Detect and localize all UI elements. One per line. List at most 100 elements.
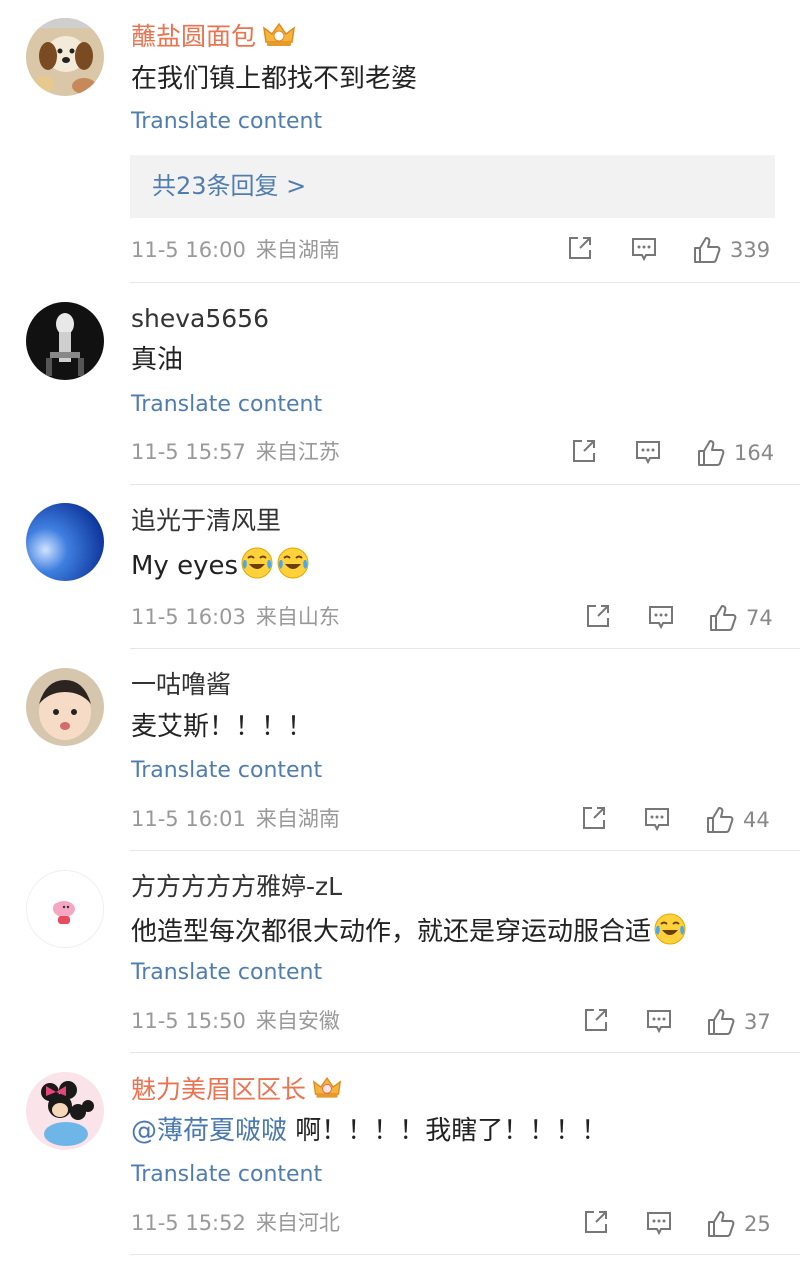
timestamp: 11-5 15:57 bbox=[131, 440, 246, 464]
laugh-cry-emoji-icon bbox=[240, 546, 274, 589]
comment-text: 麦艾斯！！！！ bbox=[131, 712, 314, 742]
reply-button[interactable] bbox=[634, 439, 662, 471]
like-count: 44 bbox=[743, 808, 770, 832]
share-icon bbox=[587, 605, 609, 627]
repost-button[interactable] bbox=[584, 602, 612, 634]
comment-icon bbox=[649, 606, 673, 630]
like-button[interactable]: 339 bbox=[692, 234, 770, 266]
translate-link[interactable]: Translate content bbox=[131, 108, 322, 136]
comment-item: sheva5656 真油 Translate content 11-5 15:5… bbox=[0, 283, 800, 485]
comment-meta: 11-5 15:52 来自河北 bbox=[131, 1209, 340, 1237]
avatar[interactable] bbox=[26, 870, 104, 948]
comment-item: 一咕噜酱 麦艾斯！！！！ Translate content 11-5 16:0… bbox=[0, 649, 800, 851]
username[interactable]: 一咕噜酱 bbox=[131, 669, 231, 701]
comment-meta: 11-5 16:03 来自山东 bbox=[131, 603, 340, 631]
timestamp: 11-5 16:03 bbox=[131, 605, 246, 629]
comment-item: 追光于清风里 My eyes 11-5 16:03 来自山东 74 bbox=[0, 485, 800, 649]
comment-text: 他造型每次都很大动作，就还是穿运动服合适 bbox=[131, 912, 687, 955]
username[interactable]: 追光于清风里 bbox=[131, 505, 281, 537]
avatar[interactable] bbox=[26, 503, 104, 581]
like-count: 74 bbox=[746, 606, 773, 630]
like-count: 25 bbox=[744, 1212, 771, 1236]
translate-link[interactable]: Translate content bbox=[131, 1161, 322, 1189]
share-icon bbox=[585, 1009, 607, 1031]
repost-button[interactable] bbox=[570, 437, 598, 469]
crown-icon bbox=[312, 1073, 342, 1109]
like-button[interactable]: 37 bbox=[706, 1006, 771, 1038]
like-button[interactable]: 164 bbox=[696, 437, 774, 469]
comment-text: 真油 bbox=[131, 345, 184, 375]
dark-figure-avatar-icon bbox=[26, 302, 104, 380]
comment-meta: 11-5 15:57 来自江苏 bbox=[131, 438, 340, 466]
username[interactable]: 蘸盐圆面包 bbox=[131, 20, 296, 56]
avatar[interactable] bbox=[26, 302, 104, 380]
replies-link[interactable]: 共23条回复 > bbox=[130, 155, 775, 218]
share-icon bbox=[569, 237, 591, 259]
reply-button[interactable] bbox=[630, 236, 658, 268]
like-count: 339 bbox=[730, 238, 771, 262]
reply-button[interactable] bbox=[645, 1008, 673, 1040]
username[interactable]: 方方方方方雅婷-zL bbox=[131, 871, 342, 903]
comment-meta: 11-5 16:01 来自湖南 bbox=[131, 805, 340, 833]
translate-link[interactable]: Translate content bbox=[131, 757, 322, 785]
peppa-pig-avatar-icon bbox=[27, 871, 103, 947]
username[interactable]: 魅力美眉区区长 bbox=[131, 1073, 342, 1109]
repost-button[interactable] bbox=[580, 804, 608, 836]
crown-icon bbox=[262, 20, 296, 56]
timestamp: 11-5 16:01 bbox=[131, 807, 246, 831]
comment-item: 方方方方方雅婷-zL 他造型每次都很大动作，就还是穿运动服合适 Translat… bbox=[0, 851, 800, 1053]
thumbs-up-icon bbox=[698, 440, 725, 466]
reply-button[interactable] bbox=[643, 806, 671, 838]
timestamp: 11-5 15:50 bbox=[131, 1009, 246, 1033]
comment-item: 蘸盐圆面包 在我们镇上都找不到老婆 Translate content 共23条… bbox=[0, 0, 800, 283]
avatar[interactable] bbox=[26, 668, 104, 746]
location: 来自安徽 bbox=[255, 1009, 340, 1033]
mickey-minnie-avatar-icon bbox=[26, 1072, 104, 1150]
timestamp: 11-5 15:52 bbox=[131, 1211, 246, 1235]
location: 来自江苏 bbox=[255, 440, 340, 464]
user-mention-link[interactable]: @薄荷夏啵啵 bbox=[131, 1116, 287, 1146]
translate-link[interactable]: Translate content bbox=[131, 391, 322, 419]
like-button[interactable]: 74 bbox=[708, 602, 773, 634]
laugh-cry-emoji-icon bbox=[653, 912, 687, 955]
share-icon bbox=[585, 1211, 607, 1233]
username[interactable]: sheva5656 bbox=[131, 303, 269, 335]
like-button[interactable]: 44 bbox=[705, 804, 770, 836]
puppy-avatar-icon bbox=[26, 18, 104, 96]
avatar[interactable] bbox=[26, 1072, 104, 1150]
comment-icon bbox=[636, 441, 660, 465]
baby-avatar-icon bbox=[26, 668, 104, 746]
location: 来自山东 bbox=[255, 605, 340, 629]
like-count: 164 bbox=[734, 441, 775, 465]
comment-meta: 11-5 16:00 来自湖南 bbox=[131, 236, 340, 264]
reply-button[interactable] bbox=[645, 1210, 673, 1242]
translate-link[interactable]: Translate content bbox=[131, 959, 322, 987]
comment-icon bbox=[647, 1010, 671, 1034]
timestamp: 11-5 16:00 bbox=[131, 238, 246, 262]
comment-item: 魅力美眉区区长 @薄荷夏啵啵 啊！！！！我瞎了！！！！ Translate co… bbox=[0, 1053, 800, 1267]
like-button[interactable]: 25 bbox=[706, 1208, 771, 1240]
share-icon bbox=[583, 807, 605, 829]
avatar[interactable] bbox=[26, 18, 104, 96]
comment-text: 在我们镇上都找不到老婆 bbox=[131, 64, 418, 94]
location: 来自河北 bbox=[255, 1211, 340, 1235]
location: 来自湖南 bbox=[255, 238, 340, 262]
repost-button[interactable] bbox=[582, 1208, 610, 1240]
repost-button[interactable] bbox=[582, 1006, 610, 1038]
replies-label: 共23条回复 > bbox=[152, 172, 307, 200]
comment-icon bbox=[645, 808, 669, 832]
thumbs-up-icon bbox=[708, 1009, 735, 1035]
share-icon bbox=[573, 440, 595, 462]
repost-button[interactable] bbox=[566, 234, 594, 266]
comment-text: My eyes bbox=[131, 546, 310, 589]
comment-meta: 11-5 15:50 来自安徽 bbox=[131, 1007, 340, 1035]
comment-text: @薄荷夏啵啵 啊！！！！我瞎了！！！！ bbox=[131, 1116, 608, 1146]
blue-sky-avatar-icon bbox=[26, 503, 104, 581]
thumbs-up-icon bbox=[710, 605, 737, 631]
divider bbox=[130, 1254, 800, 1255]
laugh-cry-emoji-icon bbox=[276, 546, 310, 589]
reply-button[interactable] bbox=[647, 604, 675, 636]
thumbs-up-icon bbox=[708, 1211, 735, 1237]
thumbs-up-icon bbox=[707, 807, 734, 833]
comment-icon bbox=[632, 238, 656, 262]
